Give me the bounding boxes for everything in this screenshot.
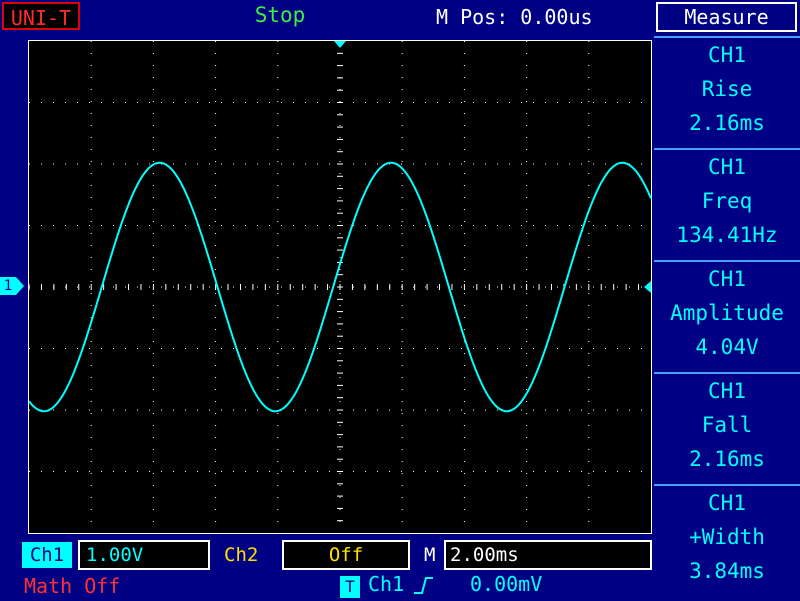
- ch1-ground-marker: 1: [0, 277, 24, 295]
- math-status: Math Off: [24, 574, 121, 598]
- ch2-label[interactable]: Ch2: [224, 542, 258, 568]
- timebase-value: 2.00ms: [444, 540, 652, 570]
- measure-slot-2[interactable]: CH1 Freq 134.41Hz: [654, 148, 800, 256]
- measure-channel: CH1: [708, 379, 746, 403]
- measure-channel: CH1: [708, 491, 746, 515]
- rising-edge-icon-glyph: [414, 577, 433, 594]
- ch1-vertical-scale: 1.00V: [78, 540, 210, 570]
- measure-channel: CH1: [708, 267, 746, 291]
- trigger-icon: T: [340, 576, 360, 598]
- waveform-display: [28, 40, 652, 534]
- trigger-position-marker: [334, 41, 346, 48]
- measure-value: 134.41Hz: [676, 223, 778, 247]
- measure-menu-title[interactable]: Measure: [656, 2, 797, 32]
- measure-name: Freq: [701, 189, 753, 213]
- measure-value: 2.16ms: [689, 447, 765, 471]
- run-state-indicator[interactable]: Stop: [230, 3, 330, 27]
- measure-name: Rise: [701, 77, 753, 101]
- horizontal-position-readout: M Pos: 0.00us: [436, 5, 593, 29]
- waveform-canvas: [29, 41, 652, 533]
- rising-edge-icon: [412, 574, 434, 601]
- trigger-level-marker: [644, 281, 651, 293]
- measure-slot-5[interactable]: CH1 +Width 3.84ms: [654, 484, 800, 600]
- measure-channel: CH1: [708, 43, 746, 67]
- timebase-label: M: [424, 544, 436, 566]
- measure-slot-4[interactable]: CH1 Fall 2.16ms: [654, 372, 800, 480]
- measure-value: 2.16ms: [689, 111, 765, 135]
- measure-name: Amplitude: [670, 301, 784, 325]
- measure-slot-3[interactable]: CH1 Amplitude 4.04V: [654, 260, 800, 368]
- ch1-label[interactable]: Ch1: [22, 542, 72, 568]
- brand-logo: UNI-T: [2, 2, 80, 30]
- measure-name: +Width: [689, 525, 765, 549]
- trigger-source: Ch1: [368, 572, 405, 596]
- measure-name: Fall: [701, 413, 753, 437]
- ch2-state: Off: [282, 540, 410, 570]
- trigger-level: 0.00mV: [470, 572, 543, 596]
- measure-channel: CH1: [708, 155, 746, 179]
- measure-slot-1[interactable]: CH1 Rise 2.16ms: [654, 36, 800, 144]
- measure-value: 3.84ms: [689, 559, 765, 583]
- measure-value: 4.04V: [695, 335, 759, 359]
